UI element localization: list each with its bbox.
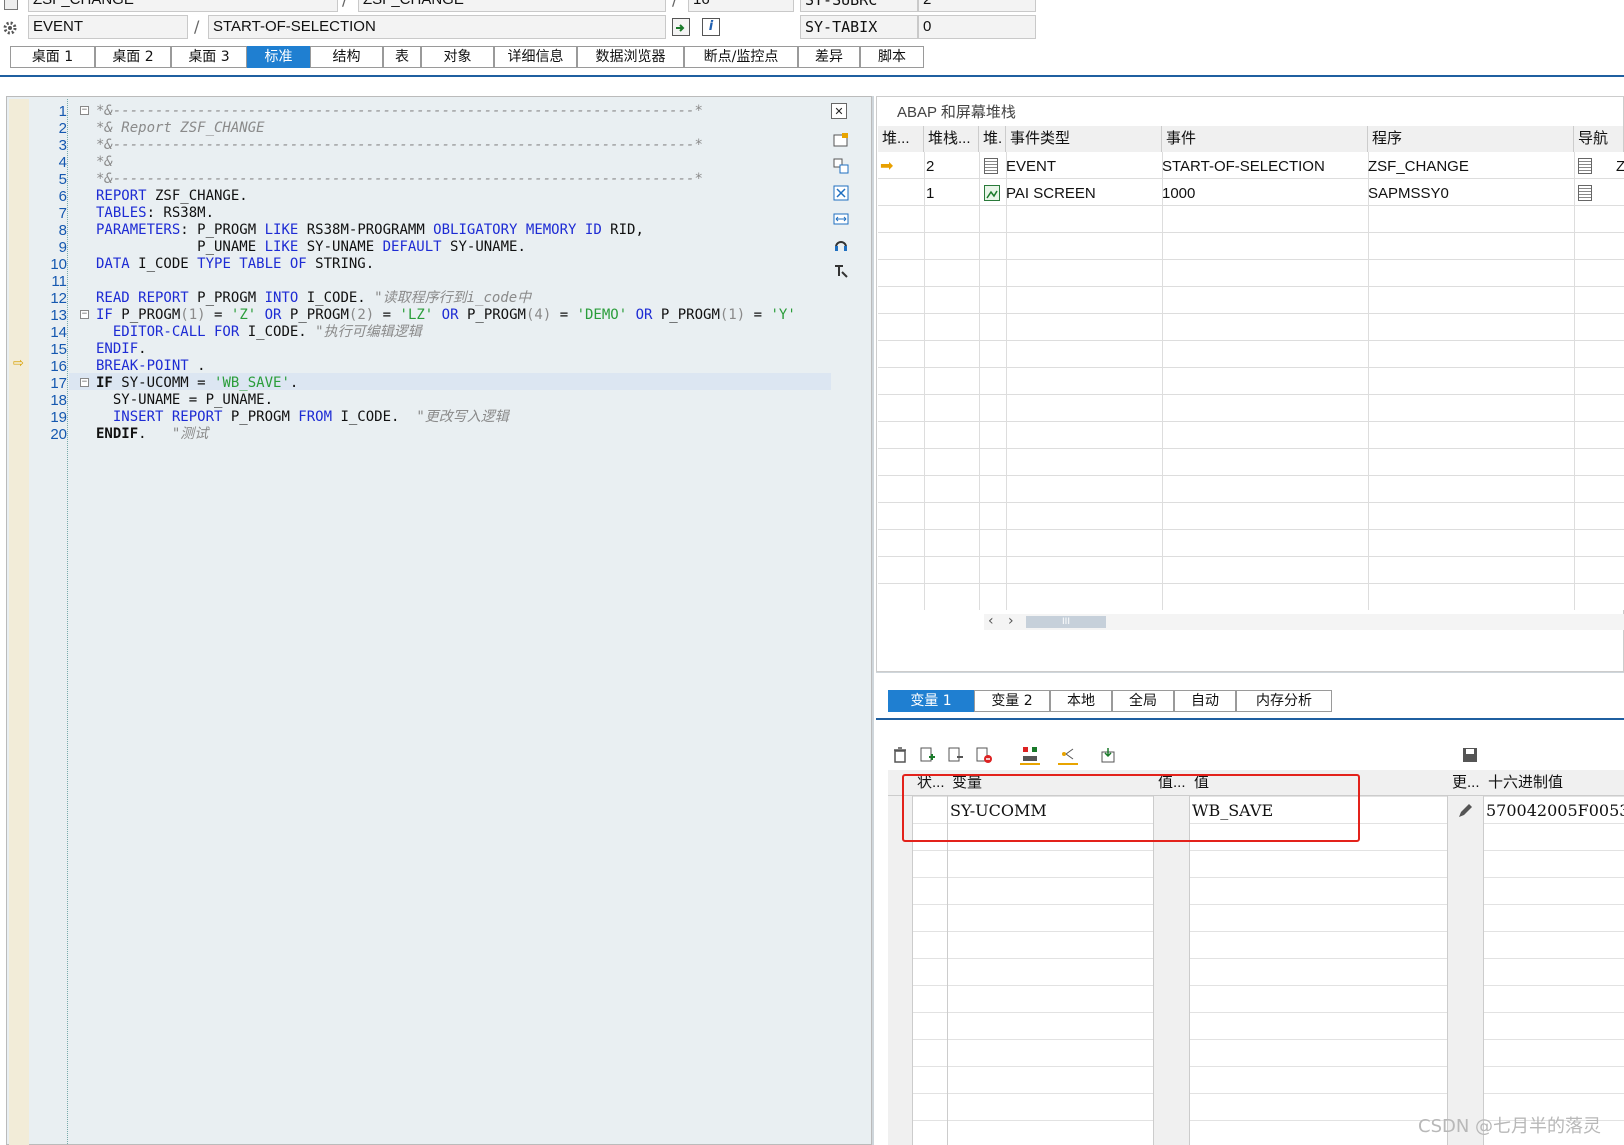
sy-subrc-value[interactable]: 2 <box>918 0 1036 12</box>
tools-icon[interactable] <box>831 261 851 281</box>
tab-object[interactable]: 对象 <box>421 46 494 68</box>
stack-extra: Z <box>1616 158 1624 175</box>
code-editor[interactable]: ⇨ 1− *&----------------------------------… <box>6 96 872 1145</box>
tab-desktop-1[interactable]: 桌面 1 <box>10 46 95 68</box>
insert-row-icon[interactable] <box>918 745 938 765</box>
tab-structure[interactable]: 结构 <box>310 46 383 68</box>
current-frame-arrow-icon: ➡ <box>880 156 894 175</box>
header-area: ZSF_CHANGE / ZSF_CHANGE / 16 SY-SUBRC 2 … <box>0 0 1624 44</box>
watermark: CSDN @七月半的落灵 <box>1418 1116 1602 1137</box>
stack-col-nav[interactable]: 导航 <box>1574 126 1624 152</box>
stack-col-icon[interactable]: 堆. <box>979 126 1006 152</box>
tab-breakpoints[interactable]: 断点/监控点 <box>684 46 798 68</box>
share-icon[interactable] <box>1058 745 1078 765</box>
event-type-field[interactable]: EVENT <box>28 15 188 39</box>
resize-icon[interactable] <box>831 209 851 229</box>
stack-grid <box>878 152 1624 610</box>
stack-col-program[interactable]: 程序 <box>1368 126 1574 152</box>
tab-underline <box>0 75 1624 77</box>
headset-icon[interactable] <box>831 235 851 255</box>
variable-hex: 570042005F0053 <box>1486 801 1624 820</box>
delete-row-icon[interactable] <box>974 745 994 765</box>
navigate-icon[interactable] <box>672 18 690 36</box>
current-line-arrow-icon: ⇨ <box>13 356 24 371</box>
delete-icon[interactable] <box>831 183 851 203</box>
stack-program: ZSF_CHANGE <box>1368 158 1469 175</box>
stack-title: ABAP 和屏幕堆栈 <box>897 104 1016 121</box>
edit-pencil-icon[interactable] <box>1456 802 1474 820</box>
stack-scrollbar[interactable]: ‹ › III <box>984 613 1624 630</box>
append-row-icon[interactable] <box>946 745 966 765</box>
gear-icon[interactable] <box>2 20 18 36</box>
stack-program: SAPMSSY0 <box>1368 185 1449 202</box>
tab-desktop-2[interactable]: 桌面 2 <box>95 46 171 68</box>
scroll-left-icon[interactable]: ‹ <box>988 613 994 629</box>
tab-diff[interactable]: 差异 <box>798 46 860 68</box>
stack-event-type: EVENT <box>1006 158 1057 175</box>
tab-desktop-3[interactable]: 桌面 3 <box>171 46 247 68</box>
tab-auto[interactable]: 自动 <box>1174 690 1236 712</box>
var-col-hex[interactable]: 十六进制值 <box>1488 770 1563 796</box>
var-col-change[interactable]: 更... <box>1452 770 1480 796</box>
program-field[interactable]: ZSF_CHANGE <box>28 0 338 12</box>
navigate-doc-icon[interactable] <box>1578 185 1592 201</box>
tab-variables-2[interactable]: 变量 2 <box>974 690 1050 712</box>
scroll-thumb[interactable]: III <box>1026 616 1106 628</box>
stack-col-event-type[interactable]: 事件类型 <box>1006 126 1162 152</box>
stack-level: 2 <box>926 158 935 175</box>
tab-memory-analysis[interactable]: 内存分析 <box>1236 690 1332 712</box>
include-field[interactable]: ZSF_CHANGE <box>358 0 666 12</box>
tab-script[interactable]: 脚本 <box>860 46 924 68</box>
scroll-right-icon[interactable]: › <box>1008 613 1014 629</box>
export-icon[interactable] <box>1098 745 1118 765</box>
stack-col-stack[interactable]: 堆栈... <box>924 126 979 152</box>
info-icon[interactable]: i <box>702 18 720 36</box>
stack-col-level[interactable]: 堆... <box>878 126 924 152</box>
save-icon[interactable] <box>1460 745 1480 765</box>
event-field[interactable]: START-OF-SELECTION <box>208 15 666 39</box>
screen-icon <box>984 185 1000 201</box>
stack-event: START-OF-SELECTION <box>1162 158 1325 175</box>
sy-tabix-field[interactable]: SY-TABIX <box>800 15 918 39</box>
breakpoint-gutter[interactable] <box>9 99 29 1145</box>
highlight-box <box>902 774 1360 842</box>
stack-level: 1 <box>926 185 935 202</box>
sy-subrc-field[interactable]: SY-SUBRC <box>800 0 918 12</box>
event-icon <box>984 158 998 174</box>
trash-icon[interactable] <box>890 745 910 765</box>
replace-icon[interactable] <box>831 156 851 176</box>
stack-col-event[interactable]: 事件 <box>1162 126 1368 152</box>
tab-global[interactable]: 全局 <box>1112 690 1174 712</box>
stack-event-type: PAI SCREEN <box>1006 185 1096 202</box>
tab-details[interactable]: 详细信息 <box>494 46 577 68</box>
line-field[interactable]: 16 <box>688 0 794 12</box>
stack-event: 1000 <box>1162 185 1196 202</box>
tab-data-browser[interactable]: 数据浏览器 <box>577 46 684 68</box>
code-lines: 1− *&------------------------------------… <box>50 103 796 443</box>
structure-icon[interactable] <box>1020 745 1040 765</box>
close-icon[interactable]: ✕ <box>831 103 847 119</box>
tab-table[interactable]: 表 <box>383 46 421 68</box>
document-icon <box>4 0 18 10</box>
navigate-doc-icon[interactable] <box>1578 158 1592 174</box>
new-window-icon[interactable] <box>831 130 851 150</box>
tab-local[interactable]: 本地 <box>1050 690 1112 712</box>
sy-tabix-value[interactable]: 0 <box>918 15 1036 39</box>
tab-variables-1[interactable]: 变量 1 <box>888 690 974 712</box>
tab-standard[interactable]: 标准 <box>247 46 310 68</box>
